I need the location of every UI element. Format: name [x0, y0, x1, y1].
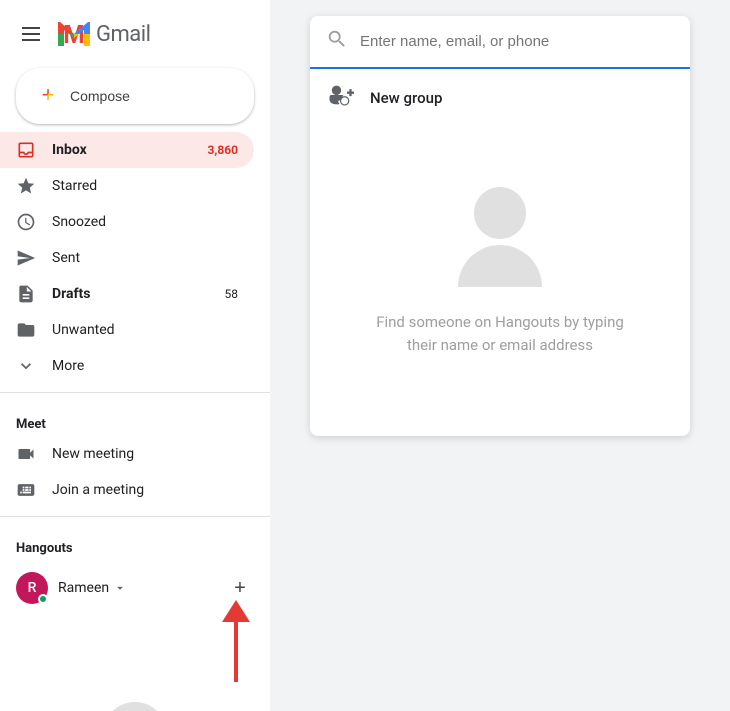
divider-2	[0, 516, 270, 517]
inbox-label: Inbox	[52, 142, 87, 158]
sidebar-item-inbox[interactable]: Inbox 3,860	[0, 132, 254, 168]
join-meeting-label: Join a meeting	[52, 482, 144, 498]
clock-icon	[16, 212, 36, 232]
user-avatar: R	[16, 572, 48, 604]
new-group-label: New group	[370, 89, 442, 107]
drafts-label: Drafts	[52, 286, 90, 302]
person-avatar-placeholder	[450, 187, 550, 287]
nav-section: Inbox 3,860 Starred Snoozed Sent	[0, 132, 270, 711]
user-name: Rameen	[58, 580, 127, 596]
empty-state: Find someone on Hangouts by typingtheir …	[310, 127, 690, 436]
video-icon	[16, 444, 36, 464]
avatar-letter: R	[28, 580, 37, 596]
sent-label: Sent	[52, 250, 80, 266]
no-contacts-area: No Hangouts contacts Find someone	[0, 682, 270, 711]
meet-section-label: Meet	[0, 401, 270, 436]
main-panel: New group Find someone on Hangouts by ty…	[270, 0, 730, 711]
hangouts-section: R Rameen + No Hango	[0, 560, 270, 711]
divider-1	[0, 392, 270, 393]
app-title: Gmail	[96, 22, 150, 47]
hamburger-menu[interactable]	[16, 21, 46, 47]
person-body	[458, 245, 542, 287]
snoozed-label: Snoozed	[52, 214, 106, 230]
person-head	[474, 187, 526, 239]
star-icon	[16, 176, 36, 196]
chevron-down-icon	[16, 356, 36, 376]
gmail-m-icon: M	[56, 16, 92, 52]
empty-state-text: Find someone on Hangouts by typingtheir …	[376, 311, 624, 356]
red-arrow	[222, 602, 250, 682]
unwanted-label: Unwanted	[52, 322, 115, 338]
keyboard-icon	[16, 480, 36, 500]
contact-search-card: New group Find someone on Hangouts by ty…	[310, 16, 690, 436]
sidebar-item-snoozed[interactable]: Snoozed	[0, 204, 254, 240]
new-group-item[interactable]: New group	[310, 69, 690, 127]
sidebar-item-drafts[interactable]: Drafts 58	[0, 276, 254, 312]
sidebar-header: M Gmail	[0, 8, 270, 68]
compose-button[interactable]: Compose	[16, 68, 254, 124]
gmail-logo: M Gmail	[56, 16, 150, 52]
group-add-icon	[326, 81, 354, 115]
compose-label: Compose	[70, 88, 130, 104]
draft-icon	[16, 284, 36, 304]
send-icon	[16, 248, 36, 268]
annotation-arrow-container	[0, 612, 270, 682]
compose-plus-icon	[36, 84, 60, 108]
more-label: More	[52, 358, 84, 374]
sidebar-item-sent[interactable]: Sent	[0, 240, 254, 276]
search-box	[310, 16, 690, 69]
hangouts-section-label: Hangouts	[0, 525, 270, 560]
drafts-badge: 58	[225, 287, 239, 301]
new-meeting-label: New meeting	[52, 446, 134, 462]
chevron-down-small-icon	[113, 581, 127, 595]
arrow-shaft	[234, 622, 238, 682]
inbox-icon	[16, 140, 36, 160]
folder-icon	[16, 320, 36, 340]
inbox-badge: 3,860	[208, 143, 239, 157]
add-hangout-button[interactable]: +	[226, 574, 254, 602]
chat-bubble-icon	[103, 702, 167, 711]
contact-search-input[interactable]	[360, 33, 674, 50]
sidebar-item-unwanted[interactable]: Unwanted	[0, 312, 254, 348]
sidebar-item-join-meeting[interactable]: Join a meeting	[0, 472, 254, 508]
starred-label: Starred	[52, 178, 97, 194]
search-icon	[326, 28, 348, 55]
online-indicator	[38, 594, 48, 604]
sidebar-item-new-meeting[interactable]: New meeting	[0, 436, 254, 472]
sidebar-item-starred[interactable]: Starred	[0, 168, 254, 204]
sidebar-item-more[interactable]: More	[0, 348, 254, 384]
sidebar: M Gmail Compose Inbox 3,860	[0, 0, 270, 711]
arrow-head	[222, 600, 250, 622]
